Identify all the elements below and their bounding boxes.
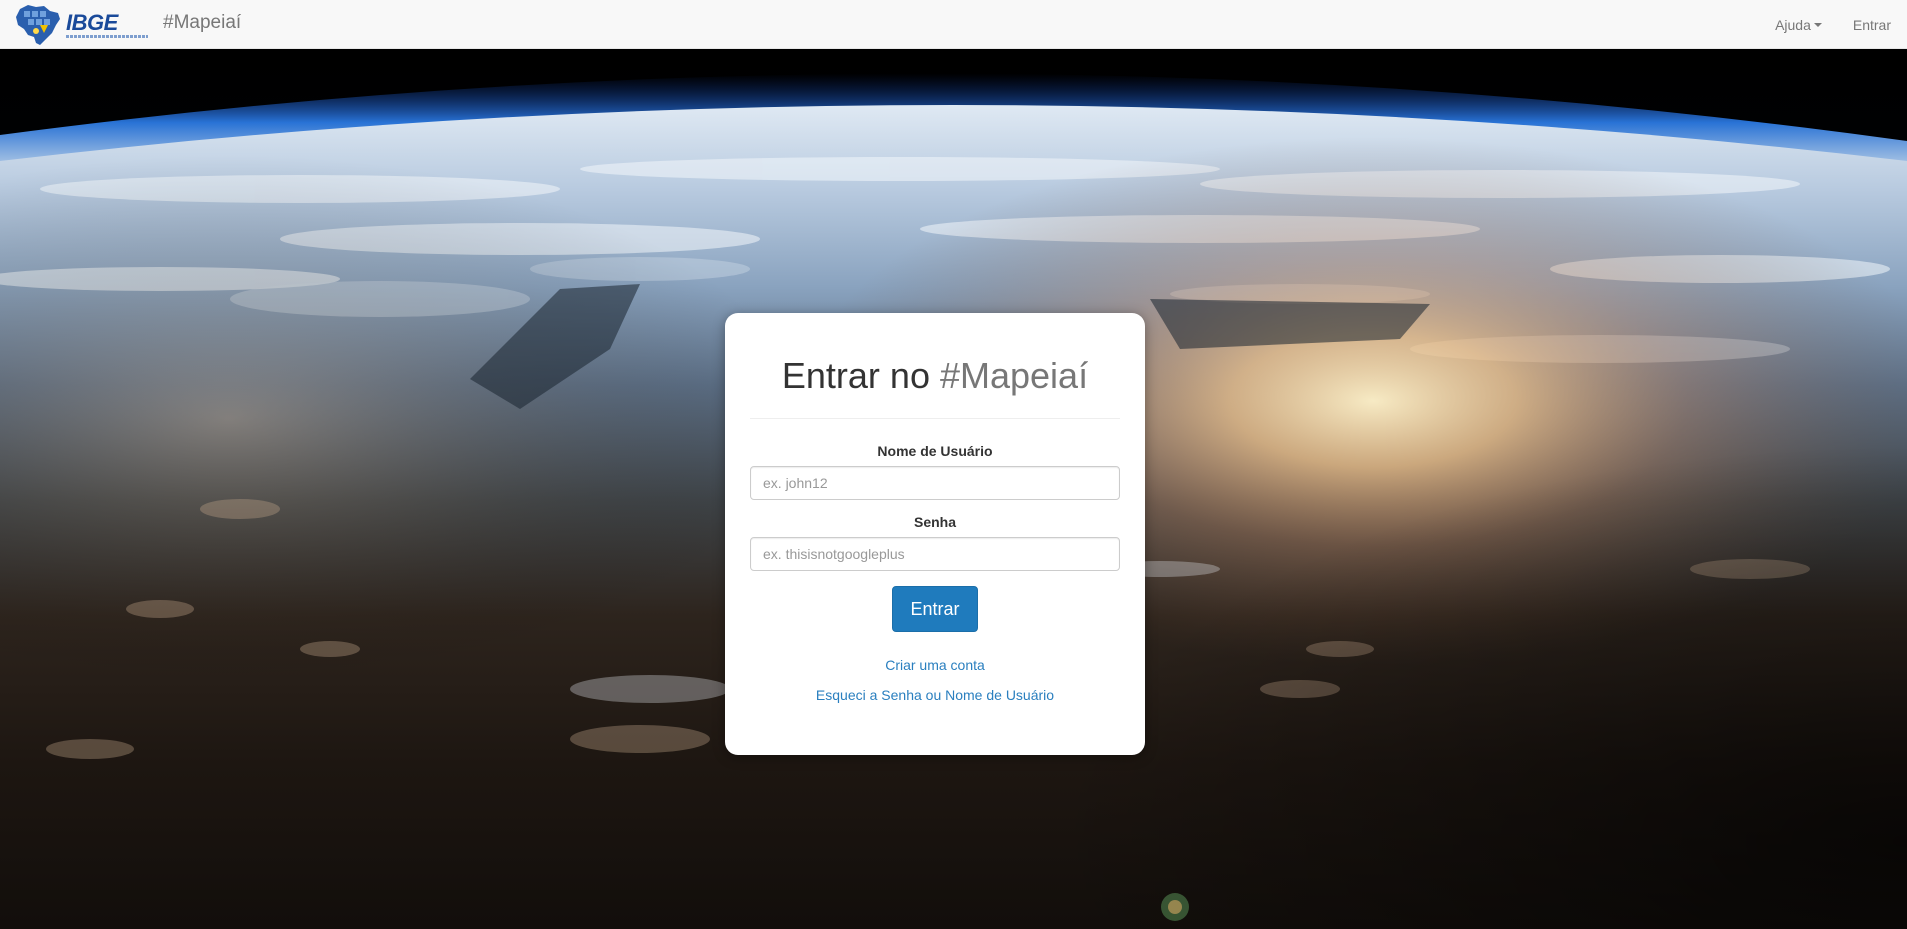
help-dropdown-label: Ajuda [1775, 16, 1811, 33]
title-divider [750, 418, 1120, 419]
help-dropdown-toggle[interactable]: Ajuda [1775, 17, 1822, 33]
login-title-highlight: #Mapeiaí [939, 355, 1089, 396]
create-account-link[interactable]: Criar uma conta [750, 657, 1120, 673]
brand-wordmark: IBGE [66, 5, 148, 45]
login-submit-button[interactable]: Entrar [892, 586, 978, 632]
brand-logo-link[interactable]: IBGE [14, 3, 148, 47]
login-title: Entrar no #Mapeiaí [750, 355, 1120, 397]
brand-text: IBGE [66, 10, 118, 35]
username-input[interactable] [750, 466, 1120, 500]
navbar-right-menu: Ajuda Entrar [1775, 0, 1891, 49]
nav-login-link[interactable]: Entrar [1853, 17, 1891, 33]
username-label: Nome de Usuário [877, 443, 993, 459]
brand-subtitle-decoration [66, 35, 148, 38]
password-label: Senha [913, 514, 956, 530]
login-card: Entrar no #Mapeiaí Nome de Usuário Senha… [725, 313, 1145, 755]
caret-down-icon [1813, 22, 1822, 27]
brazil-map-logo-icon [14, 3, 62, 47]
forgot-credentials-link[interactable]: Esqueci a Senha ou Nome de Usuário [750, 687, 1120, 703]
top-navbar: IBGE #Mapeiaí Ajuda Entrar [0, 0, 1907, 49]
app-title-link[interactable]: #Mapeiaí [163, 12, 241, 34]
page: IBGE #Mapeiaí Ajuda Entrar Entrar no #Ma… [0, 0, 1907, 929]
password-input[interactable] [750, 537, 1120, 571]
login-title-prefix: Entrar no [781, 355, 930, 396]
